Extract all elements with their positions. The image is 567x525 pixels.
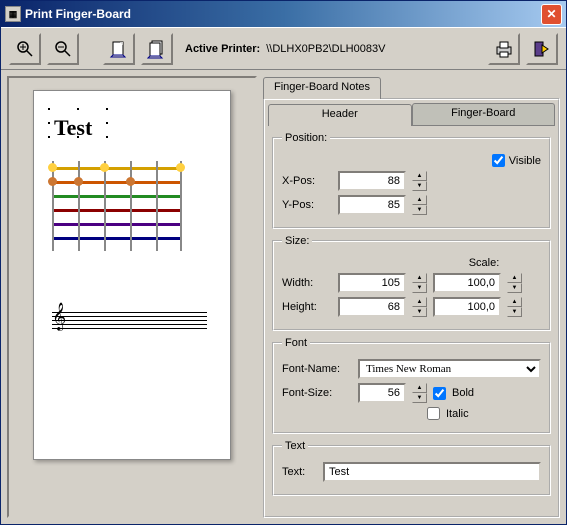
font-name-select[interactable]: Times New Roman: [358, 359, 541, 379]
font-legend: Font: [282, 337, 310, 349]
font-size-input[interactable]: [358, 383, 406, 403]
height-spinner[interactable]: ▲▼: [412, 297, 427, 317]
print-document-icon: [147, 39, 167, 59]
width-label: Width:: [282, 277, 332, 289]
bold-checkbox[interactable]: [433, 387, 446, 400]
height-input[interactable]: [338, 297, 406, 317]
zoom-in-button[interactable]: [9, 33, 41, 65]
width-input[interactable]: [338, 273, 406, 293]
header-tab-body: Position: Visible X-Pos: ▲▼: [268, 125, 555, 513]
text-label: Text:: [282, 466, 317, 478]
print-page-button[interactable]: [103, 33, 135, 65]
width-scale-spinner[interactable]: ▲▼: [507, 273, 522, 293]
preview-fingerboard: [52, 161, 182, 251]
print-fingerboard-window: ▦ Print Finger-Board ✕ Active Printer: \…: [0, 0, 567, 525]
inner-tabs: Header Finger-Board: [268, 103, 555, 125]
tab-header[interactable]: Header: [268, 104, 412, 126]
xpos-label: X-Pos:: [282, 175, 332, 187]
tab-fingerboard[interactable]: Finger-Board: [412, 103, 556, 125]
exit-icon: [532, 39, 552, 59]
text-legend: Text: [282, 440, 308, 452]
visible-label: Visible: [509, 155, 541, 167]
zoom-out-icon: [53, 39, 73, 59]
bold-label: Bold: [452, 387, 474, 399]
font-size-spinner[interactable]: ▲▼: [412, 383, 427, 403]
height-scale-input[interactable]: [433, 297, 501, 317]
size-legend: Size:: [282, 235, 312, 247]
treble-clef-icon: 𝄞: [52, 304, 66, 331]
visible-checkbox[interactable]: [492, 154, 505, 167]
titlebar: ▦ Print Finger-Board ✕: [1, 1, 566, 27]
exit-button[interactable]: [526, 33, 558, 65]
print-document-button[interactable]: [141, 33, 173, 65]
properties-panel: Finger-Board Notes Header Finger-Board P…: [263, 76, 560, 518]
zoom-out-button[interactable]: [47, 33, 79, 65]
width-scale-input[interactable]: [433, 273, 501, 293]
font-name-label: Font-Name:: [282, 363, 352, 375]
window-title: Print Finger-Board: [25, 7, 541, 21]
print-preview: Test: [7, 76, 257, 518]
scale-label: Scale:: [427, 257, 541, 269]
position-group: Position: Visible X-Pos: ▲▼: [272, 132, 551, 229]
xpos-spinner[interactable]: ▲▼: [412, 171, 427, 191]
outer-tab-body: Header Finger-Board Position: Visible: [263, 98, 560, 518]
italic-checkbox[interactable]: [427, 407, 440, 420]
printer-icon: [494, 39, 514, 59]
preview-title: Test: [54, 115, 92, 141]
printer-setup-button[interactable]: [488, 33, 520, 65]
font-size-label: Font-Size:: [282, 387, 352, 399]
content-area: Test: [1, 70, 566, 524]
preview-page: Test: [33, 90, 231, 460]
text-input[interactable]: [323, 462, 541, 482]
size-group: Size: Scale: Width: ▲▼ ▲▼: [272, 235, 551, 331]
print-page-icon: [109, 39, 129, 59]
font-group: Font Font-Name: Times New Roman Font-Siz…: [272, 337, 551, 434]
italic-label: Italic: [446, 408, 469, 420]
zoom-in-icon: [15, 39, 35, 59]
height-scale-spinner[interactable]: ▲▼: [507, 297, 522, 317]
active-printer-value: \\DLHX0PB2\DLH0083V: [266, 43, 385, 55]
ypos-spinner[interactable]: ▲▼: [412, 195, 427, 215]
toolbar: Active Printer: \\DLHX0PB2\DLH0083V: [1, 27, 566, 70]
active-printer-label: Active Printer:: [185, 43, 260, 55]
position-legend: Position:: [282, 132, 330, 144]
height-label: Height:: [282, 301, 332, 313]
close-icon[interactable]: ✕: [541, 4, 562, 25]
xpos-input[interactable]: [338, 171, 406, 191]
width-spinner[interactable]: ▲▼: [412, 273, 427, 293]
preview-staff: 𝄞: [52, 306, 207, 336]
outer-tabs: Finger-Board Notes: [263, 76, 560, 98]
text-group: Text Text:: [272, 440, 551, 496]
app-icon: ▦: [5, 6, 21, 22]
tab-fingerboard-notes[interactable]: Finger-Board Notes: [263, 77, 381, 99]
ypos-input[interactable]: [338, 195, 406, 215]
ypos-label: Y-Pos:: [282, 199, 332, 211]
